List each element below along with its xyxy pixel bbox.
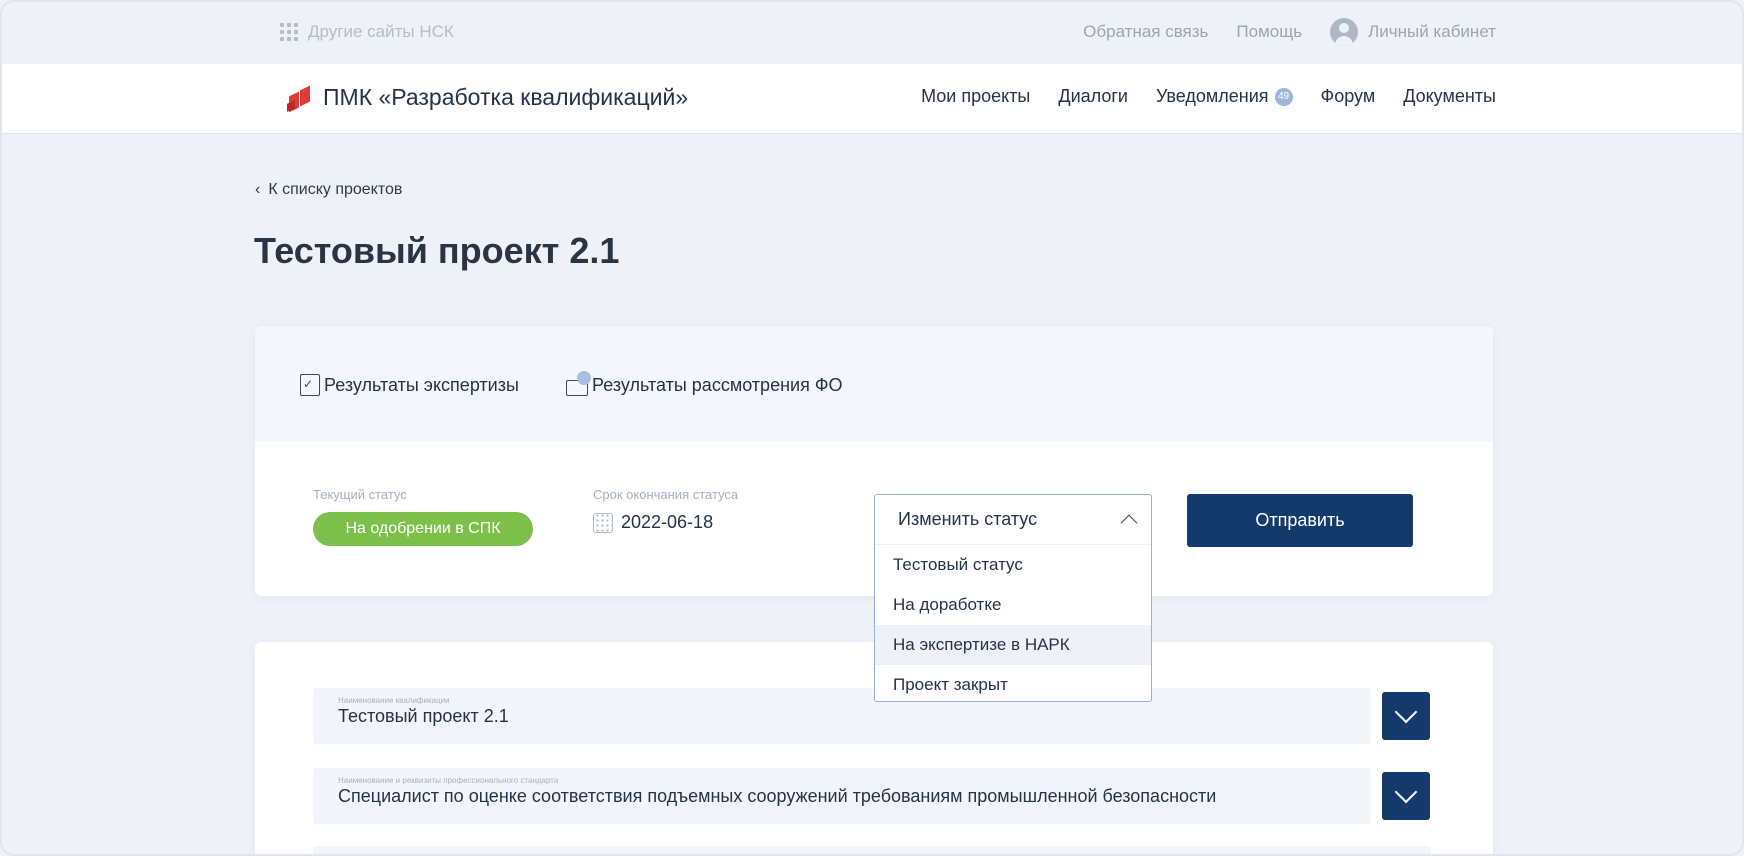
account-label: Личный кабинет	[1368, 22, 1496, 41]
qualification-name-value: Тестовый проект 2.1	[338, 706, 509, 726]
prof-standard-label: Наименование и реквизиты профессионально…	[338, 776, 559, 785]
tab-expertise-label: Результаты экспертизы	[324, 374, 519, 395]
change-status-dropdown[interactable]: Изменить статус Тестовый статус На дораб…	[874, 494, 1152, 702]
results-tabs: Результаты экспертизы Результаты рассмот…	[255, 326, 1493, 442]
status-option[interactable]: Тестовый статус	[875, 545, 1151, 585]
tab-expertise-results[interactable]: Результаты экспертизы	[300, 374, 519, 396]
change-status-placeholder: Изменить статус	[898, 509, 1038, 529]
page-title: Тестовый проект 2.1	[254, 230, 620, 271]
envelope-icon	[566, 371, 591, 396]
current-status-badge: На одобрении в СПК	[313, 512, 533, 546]
other-sites-label: Другие сайты НСК	[308, 22, 454, 41]
deadline-date: 2022-06-18	[621, 512, 714, 532]
tab-fo-label: Результаты рассмотрения ФО	[592, 374, 843, 395]
prof-standard-field[interactable]: Наименование и реквизиты профессионально…	[313, 768, 1371, 824]
utility-bar: Другие сайты НСК Обратная связь Помощь Л…	[2, 2, 1742, 64]
nav-dialogs[interactable]: Диалоги	[1058, 86, 1128, 107]
help-link[interactable]: Помощь	[1236, 22, 1302, 42]
back-to-projects-link[interactable]: ‹ К списку проектов	[255, 181, 402, 199]
document-check-icon	[300, 374, 320, 396]
qualification-name-label: Наименование квалификации	[338, 696, 450, 705]
brand[interactable]: ПМК «Разработка квалификаций»	[287, 82, 689, 113]
chevron-left-icon: ‹	[255, 181, 261, 198]
expand-qualification-button[interactable]	[1382, 692, 1430, 740]
back-link-label: К списку проектов	[268, 181, 403, 198]
utility-links: Обратная связь Помощь Личный кабинет	[1083, 18, 1496, 46]
status-option[interactable]: Проект закрыт	[875, 665, 1151, 705]
brand-title: ПМК «Разработка квалификаций»	[323, 83, 689, 110]
notifications-count-badge: 49	[1274, 87, 1293, 106]
grid-icon	[280, 23, 298, 41]
deadline-label: Срок окончания статуса	[593, 487, 739, 502]
status-option-highlighted[interactable]: На экспертизе в НАРК	[875, 625, 1151, 665]
deadline-value: 2022-06-18	[593, 512, 713, 533]
nav-notifications-label: Уведомления	[1155, 86, 1269, 106]
expand-prof-standard-button[interactable]	[1382, 772, 1430, 820]
prof-standard-value: Специалист по оценке соответствия подъем…	[338, 786, 1217, 806]
main-nav: Мои проекты Диалоги Уведомления 49 Форум…	[921, 86, 1496, 107]
next-field[interactable]	[313, 846, 1431, 854]
send-button[interactable]: Отправить	[1187, 494, 1413, 547]
nav-my-projects[interactable]: Мои проекты	[921, 86, 1030, 107]
app-window: Другие сайты НСК Обратная связь Помощь Л…	[0, 0, 1744, 856]
current-status-label: Текущий статус	[313, 487, 407, 502]
other-sites-link[interactable]: Другие сайты НСК	[280, 22, 454, 42]
nav-documents[interactable]: Документы	[1403, 86, 1496, 107]
nav-forum[interactable]: Форум	[1321, 86, 1376, 107]
brand-logo-icon	[287, 82, 313, 113]
main-header: ПМК «Разработка квалификаций» Мои проект…	[2, 64, 1742, 134]
status-option[interactable]: На доработке	[875, 585, 1151, 625]
change-status-select[interactable]: Изменить статус	[875, 495, 1151, 545]
nav-notifications[interactable]: Уведомления 49	[1156, 86, 1293, 107]
user-avatar-icon	[1330, 18, 1359, 46]
account-link[interactable]: Личный кабинет	[1330, 18, 1496, 46]
feedback-link[interactable]: Обратная связь	[1083, 22, 1208, 42]
tab-fo-results[interactable]: Результаты рассмотрения ФО	[566, 371, 843, 396]
calendar-icon	[593, 512, 613, 533]
qualification-name-field[interactable]: Наименование квалификации Тестовый проек…	[313, 688, 1371, 744]
chevron-up-icon	[1120, 514, 1138, 531]
unread-dot-icon	[577, 371, 591, 385]
